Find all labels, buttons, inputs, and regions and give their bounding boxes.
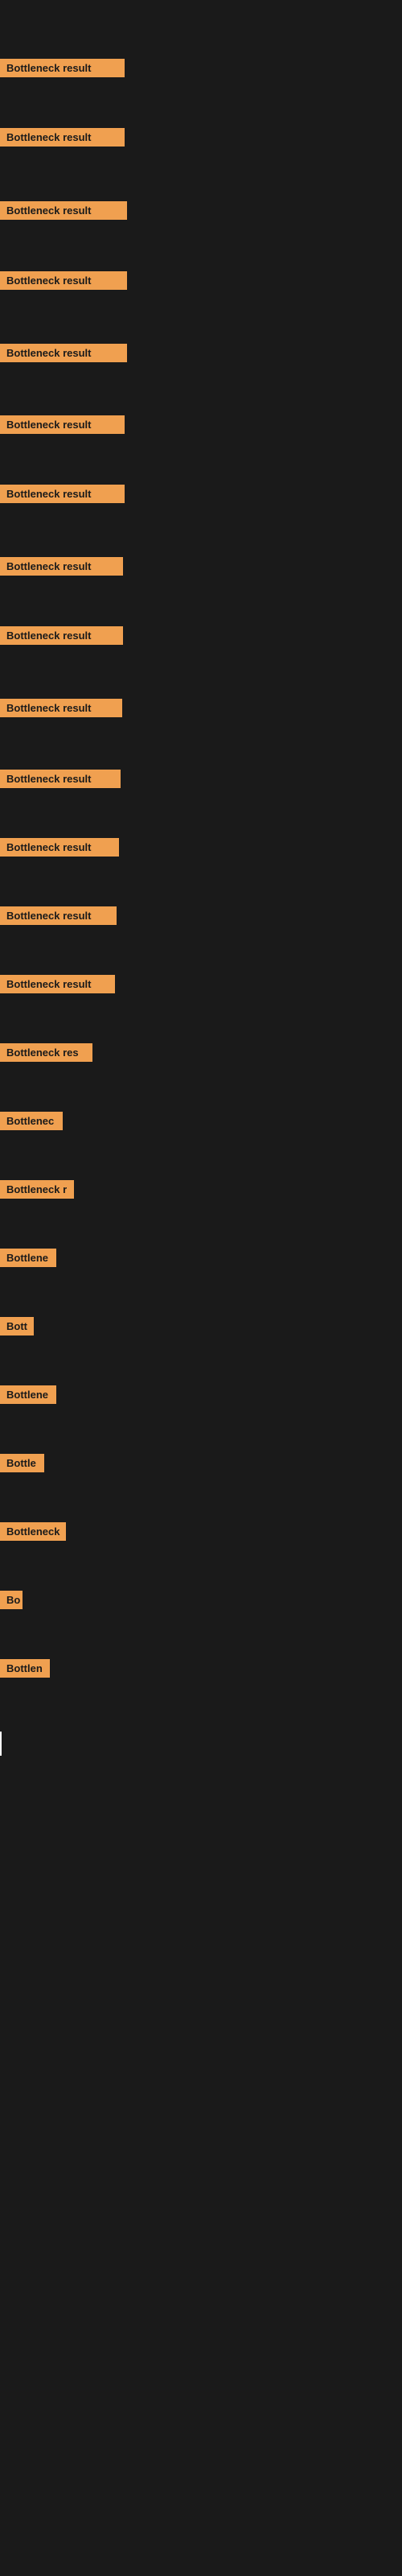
- bottleneck-bar-row: Bottleneck result: [0, 59, 125, 81]
- bottleneck-bar-row: Bottleneck result: [0, 906, 117, 929]
- bottleneck-bar-row: Bottleneck r: [0, 1180, 74, 1203]
- bottleneck-bar[interactable]: Bo: [0, 1591, 23, 1609]
- bottleneck-bar[interactable]: Bottleneck result: [0, 906, 117, 925]
- bottleneck-bar[interactable]: Bottlene: [0, 1249, 56, 1267]
- bottleneck-bar-row: Bottleneck result: [0, 201, 127, 224]
- bottleneck-bar-row: Bottleneck result: [0, 128, 125, 151]
- cursor-container: [0, 1691, 402, 2174]
- bottleneck-bar-row: Bottleneck result: [0, 699, 122, 721]
- bottleneck-bar-row: Bottleneck result: [0, 770, 121, 792]
- bottleneck-bar[interactable]: Bottleneck result: [0, 770, 121, 788]
- bottleneck-bar-row: Bottleneck result: [0, 485, 125, 507]
- bottleneck-bar[interactable]: Bottleneck result: [0, 557, 123, 576]
- site-title: [0, 0, 402, 13]
- bottleneck-bar[interactable]: Bottlenec: [0, 1112, 63, 1130]
- bottleneck-bar-row: Bottleneck result: [0, 344, 127, 366]
- bottleneck-bar[interactable]: Bottleneck result: [0, 699, 122, 717]
- bottleneck-bar-row: Bottlene: [0, 1249, 56, 1271]
- bottleneck-bar-row: Bottle: [0, 1454, 44, 1476]
- bottleneck-bar-row: Bottlene: [0, 1385, 56, 1408]
- bottleneck-bar[interactable]: Bottlen: [0, 1659, 50, 1678]
- bottleneck-bar-row: Bottleneck result: [0, 415, 125, 438]
- bottleneck-bar-row: Bottleneck result: [0, 975, 115, 997]
- bottleneck-bar[interactable]: Bottleneck res: [0, 1043, 92, 1062]
- bottleneck-bar[interactable]: Bottleneck result: [0, 201, 127, 220]
- bottleneck-bar[interactable]: Bottleneck result: [0, 59, 125, 77]
- bottleneck-bar[interactable]: Bottlene: [0, 1385, 56, 1404]
- bottleneck-bar[interactable]: Bottleneck result: [0, 975, 115, 993]
- text-cursor: [0, 1732, 2, 1756]
- bottleneck-bar[interactable]: Bottleneck result: [0, 344, 127, 362]
- bottleneck-bar[interactable]: Bottleneck result: [0, 128, 125, 147]
- bottleneck-bar-row: Bottleneck result: [0, 557, 123, 580]
- bottleneck-bar-row: Bottleneck: [0, 1522, 66, 1545]
- bottleneck-bar-row: Bo: [0, 1591, 23, 1613]
- bottleneck-bar[interactable]: Bottleneck r: [0, 1180, 74, 1199]
- bottleneck-bar-row: Bottleneck res: [0, 1043, 92, 1066]
- bottleneck-bar-row: Bott: [0, 1317, 34, 1340]
- bottleneck-bar[interactable]: Bott: [0, 1317, 34, 1335]
- bottleneck-bar[interactable]: Bottleneck result: [0, 415, 125, 434]
- bottleneck-bar-row: Bottleneck result: [0, 271, 127, 294]
- bottleneck-bar[interactable]: Bottleneck result: [0, 485, 125, 503]
- bottleneck-bar[interactable]: Bottleneck result: [0, 838, 119, 857]
- bottleneck-bar-row: Bottlenec: [0, 1112, 63, 1134]
- bars-container: Bottleneck result Bottleneck result Bottle…: [0, 13, 402, 1691]
- bottleneck-bar[interactable]: Bottleneck: [0, 1522, 66, 1541]
- bottleneck-bar[interactable]: Bottle: [0, 1454, 44, 1472]
- bottleneck-bar[interactable]: Bottleneck result: [0, 271, 127, 290]
- bottleneck-bar-row: Bottlen: [0, 1659, 50, 1682]
- bottleneck-bar-row: Bottleneck result: [0, 838, 119, 861]
- bottleneck-bar[interactable]: Bottleneck result: [0, 626, 123, 645]
- bottleneck-bar-row: Bottleneck result: [0, 626, 123, 649]
